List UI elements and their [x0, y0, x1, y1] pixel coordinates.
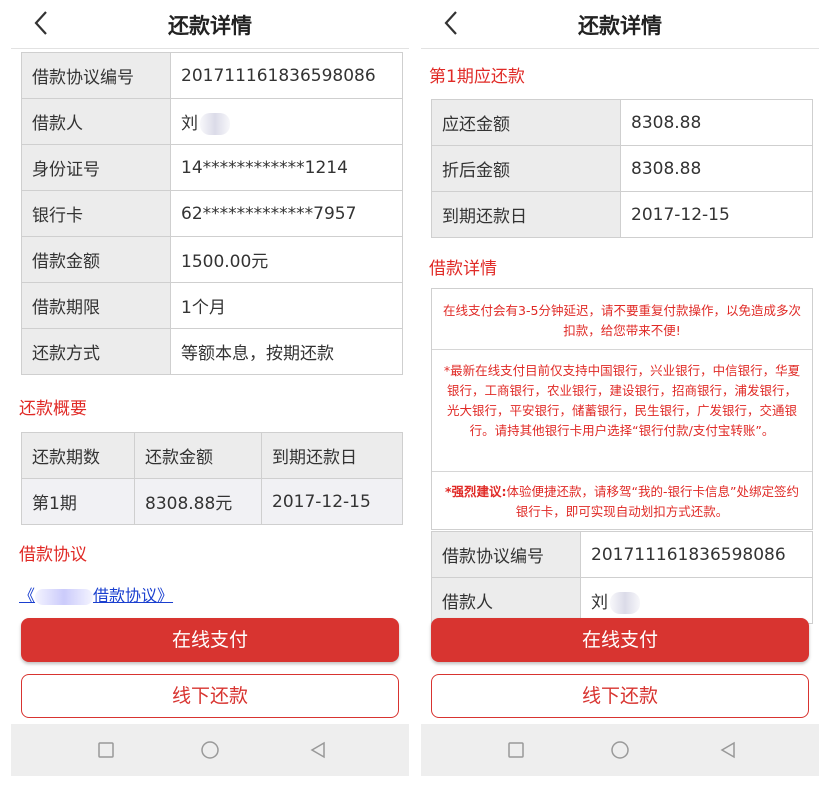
system-nav-bar — [421, 724, 819, 776]
loan-detail-title: 借款详情 — [429, 259, 497, 279]
repay-method-label: 还款方式 — [21, 328, 171, 375]
period-due-title: 第1期应还款 — [429, 67, 525, 87]
notice-delay: 在线支付会有3-5分钟延迟，请不要重复付款操作，以免造成多次扣款，给您带来不便! — [443, 303, 801, 338]
table-header-row: 还款期数 还款金额 到期还款日 — [21, 432, 403, 479]
page-title: 还款详情 — [168, 14, 252, 38]
loan-term-value: 1个月 — [170, 282, 403, 329]
loan-agreement-no-label: 借款协议编号 — [21, 52, 171, 99]
borrower-value: 刘 — [591, 592, 608, 613]
nav-back-button[interactable] — [307, 739, 329, 761]
due-amount-value: 8308.88 — [620, 99, 813, 146]
bank-card-label: 银行卡 — [21, 190, 171, 237]
loan-info-table: 借款协议编号 20171116183659808​6 借款人 刘 身份证号 14… — [21, 52, 403, 375]
id-number-value: 14************1214 — [170, 144, 403, 191]
table-row: 借款期限 1个月 — [21, 282, 403, 329]
loan-agreement-no-value: 201711161836598086 — [580, 531, 813, 578]
right-screen: 还款详情 第1期应还款 应还金额 8308.88 折后金额 8308.88 到期… — [421, 0, 819, 786]
nav-back-button[interactable] — [717, 739, 739, 761]
loan-term-label: 借款期限 — [21, 282, 171, 329]
due-date-cell: 2017-12-15 — [261, 478, 403, 525]
table-row: 第1期 8308.88元 2017-12-15 — [21, 478, 403, 525]
borrower-value: 刘 — [181, 113, 198, 134]
header-period: 还款期数 — [21, 432, 135, 479]
nav-recent-button[interactable] — [95, 739, 117, 761]
summary-table: 还款期数 还款金额 到期还款日 第1期 8308.88元 2017-12-15 — [21, 432, 403, 525]
redaction-blur — [35, 588, 94, 605]
id-number-label: 身份证号 — [21, 144, 171, 191]
table-row: 身份证号 14************1214 — [21, 144, 403, 191]
amount-cell: 8308.88元 — [134, 478, 262, 525]
loan-detail-table: 借款协议编号 201711161836598086 借款人 刘 — [431, 531, 813, 624]
redaction-blur — [200, 112, 230, 135]
link-suffix: 借款协议》 — [93, 586, 174, 605]
redaction-blur — [610, 591, 640, 614]
borrower-value-cell: 刘 — [580, 577, 813, 624]
discounted-amount-value: 8308.88 — [620, 145, 813, 192]
due-amount-label: 应还金额 — [431, 99, 621, 146]
table-row: 借款人 刘 — [21, 98, 403, 145]
notice-box: 在线支付会有3-5分钟延迟，请不要重复付款操作，以免造成多次扣款，给您带来不便!… — [431, 288, 813, 530]
table-row: 借款人 刘 — [431, 577, 813, 624]
square-icon — [508, 742, 524, 758]
offline-repay-button[interactable]: 线下还款 — [431, 674, 809, 718]
table-row: 借款协议编号 20171116183659808​6 — [21, 52, 403, 99]
circle-icon — [611, 741, 629, 759]
notice-suggestion-bold: *强烈建议: — [444, 484, 507, 499]
online-pay-button[interactable]: 在线支付 — [431, 618, 809, 662]
nav-home-button[interactable] — [609, 739, 631, 761]
nav-recent-button[interactable] — [505, 739, 527, 761]
loan-agreement-no-value: 20171116183659808​6 — [170, 52, 403, 99]
page-title: 还款详情 — [578, 14, 662, 38]
period-cell: 第1期 — [21, 478, 135, 525]
header-amount: 还款金额 — [134, 432, 262, 479]
header: 还款详情 — [11, 0, 409, 49]
notice-suggestion-text: 体验便捷还款，请移驾“我的-银行卡信息”处绑定签约银行卡，即可实现自动划扣方式还… — [506, 484, 799, 519]
borrower-label: 借款人 — [431, 577, 581, 624]
table-row: 银行卡 62*************7957 — [21, 190, 403, 237]
period-due-table: 应还金额 8308.88 折后金额 8308.88 到期还款日 2017-12-… — [431, 99, 813, 238]
triangle-back-icon — [720, 741, 735, 759]
divider — [432, 349, 812, 350]
header: 还款详情 — [421, 0, 819, 49]
left-screen: 还款详情 借款协议编号 20171116183659808​6 借款人 刘 身份… — [11, 0, 409, 786]
loan-agreement-no-label: 借款协议编号 — [431, 531, 581, 578]
notice-supported-banks: *最新在线支付目前仅支持中国银行，兴业银行，中信银行，华夏银行，工商银行，农业银… — [443, 363, 801, 438]
divider — [432, 471, 812, 472]
system-nav-bar — [11, 724, 409, 776]
header-due-date: 到期还款日 — [261, 432, 403, 479]
discounted-amount-label: 折后金额 — [431, 145, 621, 192]
table-row: 借款金额 1500.00元 — [21, 236, 403, 283]
loan-amount-label: 借款金额 — [21, 236, 171, 283]
table-row: 还款方式 等额本息，按期还款 — [21, 328, 403, 375]
square-icon — [98, 742, 114, 758]
table-row: 应还金额 8308.88 — [431, 99, 813, 146]
borrower-value-cell: 刘 — [170, 98, 403, 145]
offline-repay-button[interactable]: 线下还款 — [21, 674, 399, 718]
agreement-title: 借款协议 — [19, 545, 87, 565]
table-row: 借款协议编号 201711161836598086 — [431, 531, 813, 578]
due-date-value: 2017-12-15 — [620, 191, 813, 238]
nav-home-button[interactable] — [199, 739, 221, 761]
summary-title: 还款概要 — [19, 399, 87, 419]
loan-agreement-link[interactable]: 《 借款协议》 — [19, 582, 173, 606]
table-row: 折后金额 8308.88 — [431, 145, 813, 192]
table-row: 到期还款日 2017-12-15 — [431, 191, 813, 238]
triangle-back-icon — [310, 741, 325, 759]
circle-icon — [201, 741, 219, 759]
loan-amount-value: 1500.00元 — [170, 236, 403, 283]
bank-card-value: 62*************7957 — [170, 190, 403, 237]
borrower-label: 借款人 — [21, 98, 171, 145]
link-prefix: 《 — [19, 586, 36, 605]
online-pay-button[interactable]: 在线支付 — [21, 618, 399, 662]
repay-method-value: 等额本息，按期还款 — [170, 328, 403, 375]
due-date-label: 到期还款日 — [431, 191, 621, 238]
notice-suggestion: *强烈建议:体验便捷还款，请移驾“我的-银行卡信息”处绑定签约银行卡，即可实现自… — [432, 482, 812, 522]
